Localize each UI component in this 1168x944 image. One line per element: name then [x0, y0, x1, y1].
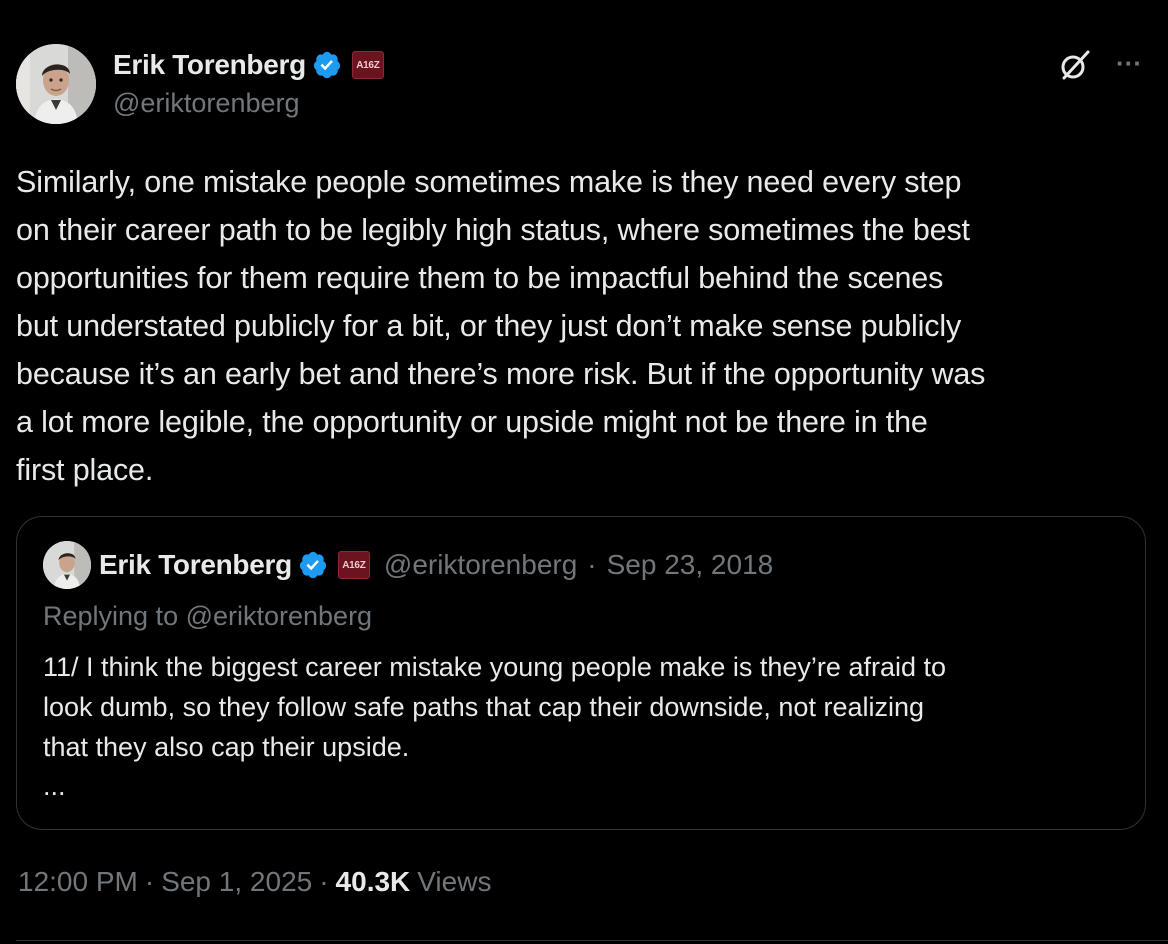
tweet-meta: 12:00 PM · Sep 1, 2025 · 40.3K Views [18, 866, 491, 898]
author-handle[interactable]: @eriktorenberg [113, 88, 300, 119]
quoted-text: 11/ I think the biggest career mistake y… [43, 652, 946, 762]
tweet-time[interactable]: 12:00 PM [18, 866, 138, 898]
quoted-date[interactable]: Sep 23, 2018 [607, 549, 774, 581]
views-count[interactable]: 40.3K [336, 866, 411, 898]
divider [16, 940, 1168, 941]
quoted-replying-to: Replying to @eriktorenberg [43, 601, 373, 631]
author-name[interactable]: Erik Torenberg [113, 49, 306, 81]
quoted-separator: · [587, 549, 597, 580]
author-avatar[interactable] [16, 44, 96, 124]
quoted-ellipsis: ... [43, 771, 66, 801]
quoted-author-name[interactable]: Erik Torenberg [99, 549, 292, 581]
quoted-handle[interactable]: @eriktorenberg [384, 549, 577, 581]
verified-badge-icon [299, 551, 327, 579]
grok-icon[interactable] [1056, 46, 1094, 84]
more-options-icon[interactable]: ··· [1112, 48, 1146, 78]
tweet: Erik Torenberg A16Z @eriktorenberg ··· S… [0, 0, 1168, 944]
affiliation-badge[interactable]: A16Z [337, 551, 370, 579]
tweet-date[interactable]: Sep 1, 2025 [161, 866, 312, 898]
affiliation-badge-label: A16Z [342, 559, 366, 571]
views-label: Views [417, 866, 492, 897]
meta-separator: · [319, 866, 329, 897]
quoted-tweet-card[interactable]: Erik Torenberg A16Z @eriktorenberg · Sep… [16, 516, 1146, 830]
quoted-header: Erik Torenberg A16Z @eriktorenberg · Sep… [99, 547, 773, 583]
tweet-text: Similarly, one mistake people sometimes … [16, 165, 986, 487]
meta-separator: · [144, 866, 155, 897]
affiliation-badge[interactable]: A16Z [351, 51, 384, 79]
author-name-row: Erik Torenberg A16Z [113, 47, 384, 83]
verified-badge-icon [313, 51, 341, 79]
quoted-author-avatar[interactable] [43, 541, 91, 589]
affiliation-badge-label: A16Z [356, 59, 380, 71]
